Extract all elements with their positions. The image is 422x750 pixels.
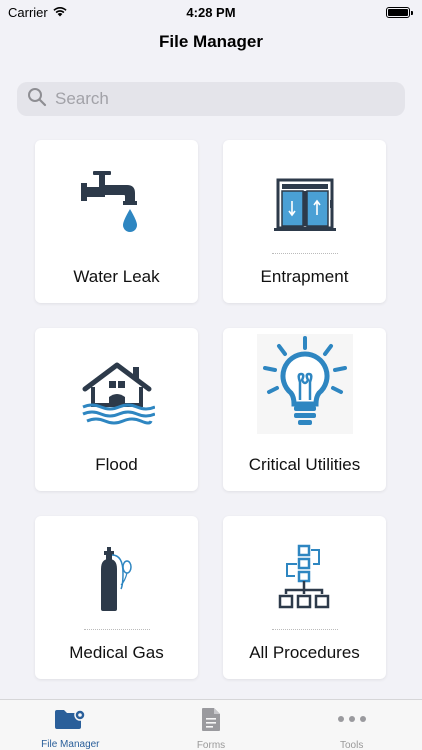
lightbulb-icon: [223, 334, 386, 434]
caption-placeholder: [271, 629, 338, 630]
gas-cylinder-icon: [35, 534, 198, 626]
tile-all-procedures[interactable]: All Procedures: [223, 516, 386, 679]
wifi-icon: [52, 5, 68, 20]
tile-label: Water Leak: [73, 267, 160, 286]
flooded-house-icon: [35, 346, 198, 438]
tile-water-leak[interactable]: Water Leak: [35, 140, 198, 303]
tile-medical-gas[interactable]: Medical Gas: [35, 516, 198, 679]
elevator-icon: [223, 158, 386, 250]
carrier-label: Carrier: [8, 4, 48, 20]
folder-gear-icon: [53, 707, 87, 736]
faucet-icon: [35, 158, 198, 250]
search-icon: [27, 87, 47, 112]
tile-label: Flood: [95, 455, 138, 474]
tile-entrapment[interactable]: Entrapment: [223, 140, 386, 303]
status-left: Carrier: [8, 5, 68, 20]
page-title: File Manager: [159, 32, 263, 51]
document-icon: [200, 707, 222, 737]
tile-flood[interactable]: Flood: [35, 328, 198, 491]
tab-label: File Manager: [41, 739, 100, 750]
search-input[interactable]: [55, 89, 375, 109]
tile-critical-utilities[interactable]: Critical Utilities: [223, 328, 386, 491]
tab-bar: File Manager Forms Tools: [0, 699, 422, 750]
tile-label: All Procedures: [249, 643, 360, 662]
tile-label: Critical Utilities: [248, 455, 361, 474]
tile-label: Entrapment: [260, 267, 349, 286]
status-bar: Carrier 4:28 PM: [0, 0, 422, 24]
tab-forms[interactable]: Forms: [141, 700, 282, 750]
tab-label: Forms: [196, 740, 226, 750]
tab-file-manager[interactable]: File Manager: [0, 700, 141, 750]
caption-placeholder: [271, 253, 338, 254]
tab-label: Tools: [340, 740, 364, 750]
procedure-grid: Water Leak Entrapment Flood Critical Uti…: [35, 140, 386, 679]
tile-label: Medical Gas: [69, 643, 164, 662]
tab-tools[interactable]: Tools: [281, 700, 422, 750]
flowchart-icon: [223, 534, 386, 626]
caption-placeholder: [83, 629, 150, 630]
battery-icon: [386, 6, 413, 18]
more-dots-icon: [336, 707, 368, 737]
search-bar[interactable]: [17, 82, 405, 116]
